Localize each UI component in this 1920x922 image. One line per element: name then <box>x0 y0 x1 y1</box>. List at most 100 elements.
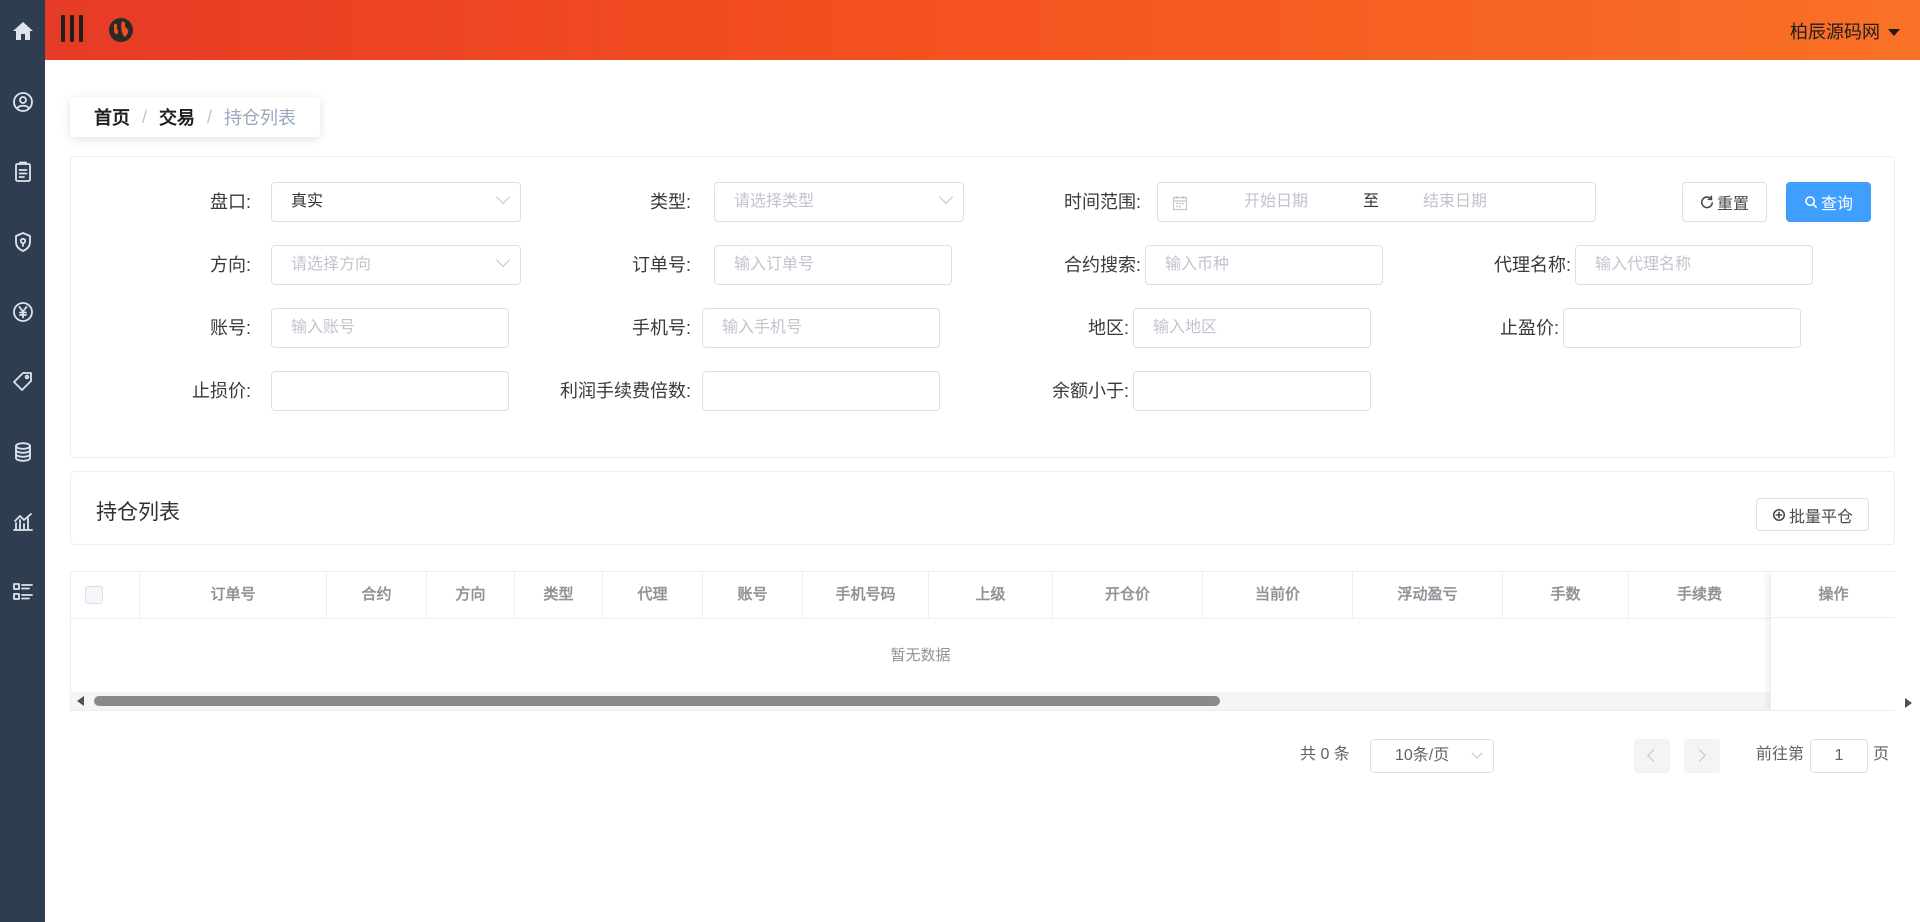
caret-down-icon <box>1888 29 1900 36</box>
column-header[interactable]: 手机号码 <box>803 572 929 618</box>
direction-placeholder: 请选择方向 <box>291 256 372 273</box>
order-label: 订单号: <box>631 255 691 275</box>
date-range-picker[interactable]: 开始日期 至 结束日期 <box>1157 182 1596 222</box>
search-label: 查询 <box>1820 196 1853 213</box>
account-input[interactable]: 输入账号 <box>271 308 509 348</box>
menu-icon[interactable] <box>61 15 83 42</box>
column-header[interactable]: 方向 <box>427 572 515 618</box>
breadcrumb-home[interactable]: 首页 <box>94 104 130 130</box>
select-all-checkbox[interactable] <box>85 586 103 604</box>
plus-circle-icon <box>1772 508 1786 521</box>
table-header: 订单号 合约 方向 类型 代理 账号 手机号码 上级 开仓价 当前价 浮动盈亏 … <box>71 572 1895 619</box>
goto-suffix: 页 <box>1873 746 1890 763</box>
scrollbar-thumb[interactable] <box>94 696 1220 706</box>
chart-icon[interactable] <box>9 508 36 535</box>
select-all-column <box>71 572 140 618</box>
column-header[interactable]: 合约 <box>327 572 427 618</box>
start-date-input[interactable]: 开始日期 <box>1244 183 1308 221</box>
yen-icon[interactable] <box>9 298 36 325</box>
batch-close-label: 批量平仓 <box>1788 508 1853 526</box>
column-header[interactable]: 类型 <box>515 572 603 618</box>
list-icon[interactable] <box>9 578 36 605</box>
column-header[interactable]: 上级 <box>929 572 1053 618</box>
breadcrumb-separator: / <box>207 106 213 127</box>
scroll-right-arrow[interactable] <box>1905 698 1912 708</box>
horizontal-scrollbar[interactable] <box>71 692 1770 710</box>
column-header[interactable]: 账号 <box>703 572 803 618</box>
clipboard-icon[interactable] <box>9 158 36 185</box>
reset-label: 重置 <box>1716 196 1749 213</box>
region-input[interactable]: 输入地区 <box>1133 308 1371 348</box>
batch-close-button[interactable]: 批量平仓 <box>1756 498 1869 531</box>
breadcrumb-section[interactable]: 交易 <box>159 104 195 130</box>
username: 柏辰源码网 <box>1790 22 1880 42</box>
balance-label: 余额小于: <box>1051 381 1129 401</box>
fee-multiple-input[interactable] <box>702 371 940 411</box>
search-icon <box>1805 196 1818 209</box>
reset-button[interactable]: 重置 <box>1682 182 1767 222</box>
fixed-actions-column: 操作 <box>1770 572 1895 710</box>
user-dropdown[interactable]: 柏辰源码网 <box>1790 18 1900 44</box>
market-select[interactable]: 真实 <box>271 182 521 222</box>
balance-input[interactable] <box>1133 371 1371 411</box>
market-label: 盘口: <box>209 192 251 212</box>
phone-input[interactable]: 输入手机号 <box>702 308 940 348</box>
time-range-label: 时间范围: <box>1063 192 1141 212</box>
chevron-down-icon <box>938 189 954 205</box>
list-title: 持仓列表 <box>96 501 180 524</box>
region-label: 地区: <box>1087 318 1129 338</box>
direction-label: 方向: <box>209 255 251 275</box>
type-placeholder: 请选择类型 <box>734 193 815 210</box>
column-header[interactable]: 浮动盈亏 <box>1353 572 1503 618</box>
column-header[interactable]: 手续费 <box>1629 572 1770 618</box>
take-profit-label: 止盈价: <box>1499 318 1559 338</box>
calendar-icon <box>1172 196 1188 211</box>
pagination-total: 共 0 条 <box>1300 746 1350 763</box>
column-header[interactable]: 代理 <box>603 572 703 618</box>
type-select[interactable]: 请选择类型 <box>714 182 964 222</box>
account-label: 账号: <box>209 318 251 338</box>
sidebar <box>0 0 45 922</box>
tag-icon[interactable] <box>9 368 36 395</box>
agent-input[interactable]: 输入代理名称 <box>1575 245 1813 285</box>
order-input[interactable]: 输入订单号 <box>714 245 952 285</box>
column-header-actions: 操作 <box>1771 572 1895 618</box>
positions-table: 订单号 合约 方向 类型 代理 账号 手机号码 上级 开仓价 当前价 浮动盈亏 … <box>70 571 1895 711</box>
breadcrumb-current: 持仓列表 <box>224 108 297 128</box>
shield-icon[interactable] <box>9 228 36 255</box>
column-header[interactable]: 手数 <box>1503 572 1629 618</box>
chevron-down-icon <box>495 189 511 205</box>
stop-loss-label: 止损价: <box>191 381 251 401</box>
chevron-down-icon <box>495 252 511 268</box>
search-button[interactable]: 查询 <box>1786 182 1871 222</box>
range-separator: 至 <box>1363 193 1380 210</box>
globe-icon[interactable] <box>107 16 135 44</box>
user-circle-icon[interactable] <box>9 88 36 115</box>
contract-label: 合约搜索: <box>1063 255 1141 275</box>
end-date-input[interactable]: 结束日期 <box>1423 183 1487 221</box>
phone-label: 手机号: <box>631 318 691 338</box>
contract-input[interactable]: 输入币种 <box>1145 245 1383 285</box>
scroll-left-arrow[interactable] <box>77 696 84 706</box>
market-value: 真实 <box>291 193 324 210</box>
take-profit-input[interactable] <box>1563 308 1801 348</box>
refresh-icon <box>1701 195 1714 209</box>
agent-label: 代理名称: <box>1493 255 1571 275</box>
column-header[interactable]: 开仓价 <box>1053 572 1203 618</box>
column-header[interactable]: 订单号 <box>140 572 327 618</box>
breadcrumb-separator: / <box>142 106 148 127</box>
goto-page-input[interactable]: 1 <box>1810 739 1868 773</box>
chevron-down-icon <box>1471 747 1483 759</box>
top-navbar: 柏辰源码网 <box>45 0 1920 60</box>
next-page-button[interactable] <box>1684 739 1720 773</box>
page-size-select[interactable]: 10条/页 <box>1370 739 1494 773</box>
list-header-panel: 持仓列表 批量平仓 <box>70 471 1895 545</box>
prev-page-button[interactable] <box>1634 739 1670 773</box>
coins-icon[interactable] <box>9 438 36 465</box>
direction-select[interactable]: 请选择方向 <box>271 245 521 285</box>
column-header[interactable]: 当前价 <box>1203 572 1353 618</box>
page-size-value: 10条/页 <box>1395 747 1450 764</box>
home-icon[interactable] <box>9 17 36 44</box>
stop-loss-input[interactable] <box>271 371 509 411</box>
type-label: 类型: <box>649 192 691 212</box>
